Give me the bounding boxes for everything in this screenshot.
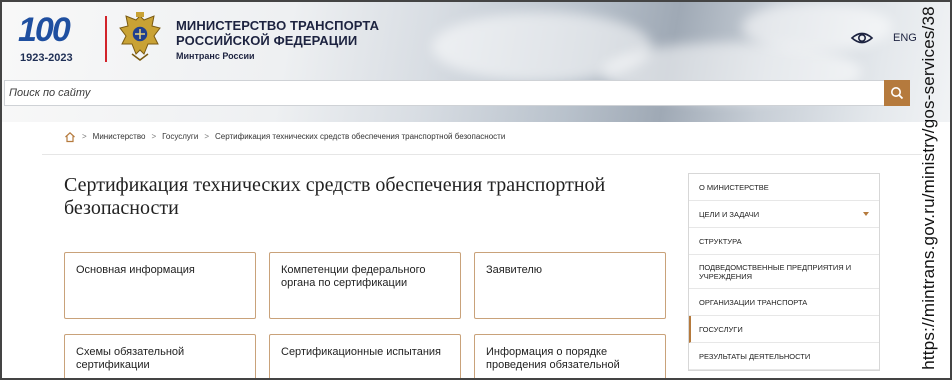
page-title: Сертификация технических средств обеспеч… <box>64 174 606 219</box>
ministry-name-line2: РОССИЙСКОЙ ФЕДЕРАЦИИ <box>176 33 358 48</box>
sidebar-item-about[interactable]: О министерстве <box>689 174 879 201</box>
card-certification-schemes[interactable]: Схемы обязательной сертификации <box>64 334 256 378</box>
divider <box>42 154 922 155</box>
sidebar-item-organizations[interactable]: Организации транспорта <box>689 289 879 316</box>
card-competence[interactable]: Компетенции федерального органа по серти… <box>269 252 461 319</box>
search-input[interactable] <box>9 87 907 99</box>
ministry-short-name: Минтранс России <box>176 51 255 61</box>
eye-icon[interactable] <box>850 30 874 46</box>
anniversary-logo[interactable]: 100 1923-2023 <box>16 10 100 66</box>
sidebar-item-structure[interactable]: Структура <box>689 228 879 255</box>
ministry-name-line1: МИНИСТЕРСТВО ТРАНСПОРТА <box>176 18 380 33</box>
sidebar-item-subordinate[interactable]: Подведомственные предприятия и учреждени… <box>689 255 879 289</box>
logo-years: 1923-2023 <box>20 52 73 64</box>
header-divider <box>105 16 107 62</box>
card-procedure-info[interactable]: Информация о порядке проведения обязател… <box>474 334 666 378</box>
chevron-down-icon[interactable] <box>863 212 869 216</box>
breadcrumb-gosuslugi[interactable]: Госуслуги <box>162 132 198 142</box>
card-certification-tests[interactable]: Сертификационные испытания <box>269 334 461 378</box>
coat-of-arms-icon[interactable] <box>114 10 166 64</box>
sidebar-item-label: Цели и задачи <box>699 209 760 219</box>
ministry-name[interactable]: МИНИСТЕРСТВО ТРАНСПОРТА РОССИЙСКОЙ ФЕДЕР… <box>176 18 379 62</box>
breadcrumb-ministry[interactable]: Министерство <box>93 132 146 142</box>
card-applicant[interactable]: Заявителю <box>474 252 666 319</box>
breadcrumb-separator: > <box>82 132 87 141</box>
search-button[interactable] <box>884 80 910 106</box>
breadcrumb-separator: > <box>151 132 157 141</box>
vertical-url-caption: https://mintrans.gov.ru/ministry/gos-ser… <box>912 6 946 370</box>
breadcrumb-separator: > <box>204 132 209 141</box>
breadcrumb: > Министерство > Госуслуги > Сертификаци… <box>64 130 505 144</box>
search-bar <box>4 80 908 106</box>
sidebar-menu: О министерстве Цели и задачи Структура П… <box>688 173 880 371</box>
sidebar-item-results[interactable]: Результаты деятельности <box>689 343 879 370</box>
vertical-url-text: https://mintrans.gov.ru/ministry/gos-ser… <box>919 6 939 370</box>
search-icon <box>891 87 904 100</box>
logo-number: 100 <box>18 11 71 49</box>
card-basic-info[interactable]: Основная информация <box>64 252 256 319</box>
sidebar-item-goals[interactable]: Цели и задачи <box>689 201 879 228</box>
site-header: 100 1923-2023 МИНИСТЕРСТВО ТРАНСПОРТА РО… <box>2 2 950 122</box>
home-icon[interactable] <box>64 131 76 143</box>
sidebar-item-gosuslugi[interactable]: Госуслуги <box>689 316 879 343</box>
breadcrumb-current: Сертификация технических средств обеспеч… <box>215 132 506 141</box>
screenshot-frame: 100 1923-2023 МИНИСТЕРСТВО ТРАНСПОРТА РО… <box>0 0 952 380</box>
